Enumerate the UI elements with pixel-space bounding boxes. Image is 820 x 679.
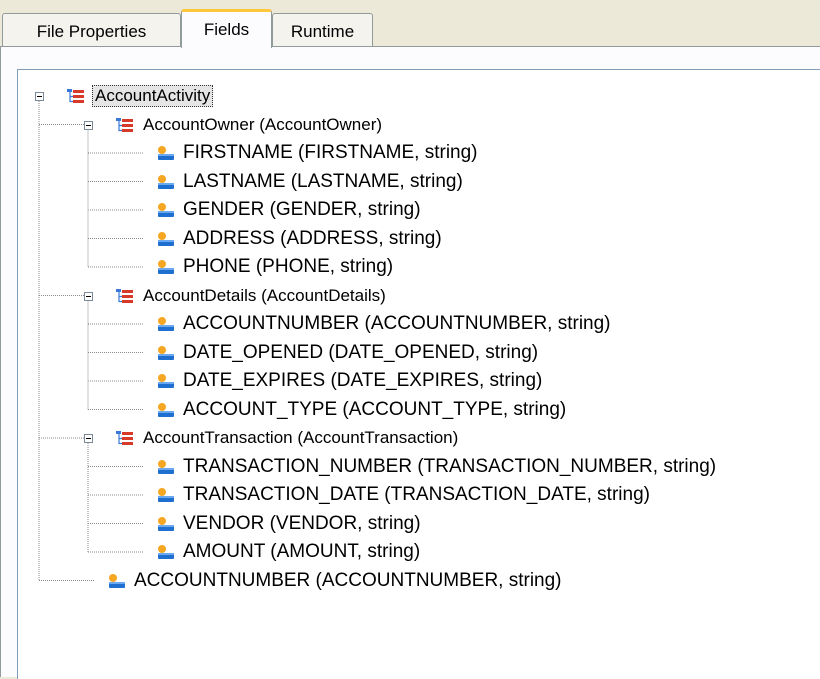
tree-node-group[interactable]: AccountTransaction (AccountTransaction): [115, 426, 460, 450]
field-icon: [155, 258, 175, 276]
tree-node-group[interactable]: AccountDetails (AccountDetails): [115, 284, 388, 308]
tree-node-field[interactable]: GENDER (GENDER, string): [155, 198, 423, 222]
tree-node-field[interactable]: LASTNAME (LASTNAME, string): [155, 170, 465, 194]
tree-node-label: AccountOwner (AccountOwner): [143, 114, 383, 134]
record-icon: [115, 287, 135, 305]
tree-node-field[interactable]: ACCOUNTNUMBER (ACCOUNTNUMBER, string): [106, 569, 564, 593]
tree-node-field[interactable]: FIRSTNAME (FIRSTNAME, string): [155, 141, 480, 165]
tree-node-label: AccountTransaction (AccountTransaction): [143, 428, 459, 447]
collapse-toggle[interactable]: [84, 434, 93, 443]
tree-node-field[interactable]: AMOUNT (AMOUNT, string): [155, 540, 422, 564]
tab-runtime[interactable]: Runtime: [272, 13, 373, 47]
tree-node-label: ADDRESS (ADDRESS, string): [183, 227, 442, 249]
field-icon: [106, 572, 126, 590]
tree-node-label: VENDOR (VENDOR, string): [183, 512, 421, 534]
field-icon: [155, 486, 175, 504]
tree-node-field[interactable]: ACCOUNT_TYPE (ACCOUNT_TYPE, string): [155, 398, 568, 422]
tree-node-field[interactable]: DATE_EXPIRES (DATE_EXPIRES, string): [155, 369, 544, 393]
tree-node-label: ACCOUNTNUMBER (ACCOUNTNUMBER, string): [134, 569, 562, 591]
tree-node-group[interactable]: AccountOwner (AccountOwner): [115, 113, 384, 137]
tree-node-label: ACCOUNT_TYPE (ACCOUNT_TYPE, string): [183, 398, 567, 420]
tree-node-label: DATE_OPENED (DATE_OPENED, string): [183, 341, 539, 363]
record-icon: [115, 429, 135, 447]
field-icon: [155, 201, 175, 219]
tree-node-label: TRANSACTION_DATE (TRANSACTION_DATE, stri…: [183, 484, 650, 505]
collapse-toggle[interactable]: [84, 291, 93, 301]
tree-node-label: FIRSTNAME (FIRSTNAME, string): [183, 142, 478, 163]
field-icon: [155, 458, 175, 476]
tree-node-field[interactable]: TRANSACTION_DATE (TRANSACTION_DATE, stri…: [155, 483, 652, 507]
tree-node-field[interactable]: PHONE (PHONE, string): [155, 255, 395, 279]
tree-node-label: GENDER (GENDER, string): [183, 199, 421, 220]
tree-node-label: ACCOUNTNUMBER (ACCOUNTNUMBER, string): [183, 313, 611, 334]
field-icon: [155, 173, 175, 191]
tree-node-root[interactable]: AccountActivity: [66, 84, 214, 108]
tree-node-label: LASTNAME (LASTNAME, string): [183, 170, 463, 192]
tree-node-label: DATE_EXPIRES (DATE_EXPIRES, string): [183, 370, 543, 391]
tree-node-field[interactable]: DATE_OPENED (DATE_OPENED, string): [155, 341, 540, 365]
tree-node-field[interactable]: ACCOUNTNUMBER (ACCOUNTNUMBER, string): [155, 312, 613, 336]
field-icon: [155, 543, 175, 561]
fields-panel: AccountActivity AccountOwner (AccountOwne…: [0, 46, 820, 679]
tree-node-label: AccountActivity: [92, 85, 214, 107]
field-icon: [155, 144, 175, 162]
tree-node-field[interactable]: ADDRESS (ADDRESS, string): [155, 227, 444, 251]
tab-fields[interactable]: Fields: [181, 9, 272, 48]
field-icon: [155, 515, 175, 533]
tree-node-label: AMOUNT (AMOUNT, string): [183, 541, 421, 562]
tree-node-field[interactable]: VENDOR (VENDOR, string): [155, 512, 423, 536]
field-icon: [155, 372, 175, 390]
tab-file-properties[interactable]: File Properties: [2, 13, 181, 47]
collapse-toggle[interactable]: [35, 92, 44, 101]
tree-node-label: AccountDetails (AccountDetails): [143, 285, 386, 305]
field-icon: [155, 344, 175, 362]
field-icon: [155, 401, 175, 419]
tree-node-label: PHONE (PHONE, string): [183, 256, 394, 277]
record-icon: [66, 87, 86, 105]
field-tree[interactable]: AccountActivity AccountOwner (AccountOwne…: [17, 69, 820, 679]
field-icon: [155, 230, 175, 248]
tree-node-label: TRANSACTION_NUMBER (TRANSACTION_NUMBER, …: [183, 455, 717, 477]
collapse-toggle[interactable]: [84, 120, 93, 130]
field-icon: [155, 315, 175, 333]
record-icon: [115, 116, 135, 134]
tree-node-field[interactable]: TRANSACTION_NUMBER (TRANSACTION_NUMBER, …: [155, 455, 718, 479]
tab-strip: File Properties Fields Runtime: [0, 0, 820, 48]
